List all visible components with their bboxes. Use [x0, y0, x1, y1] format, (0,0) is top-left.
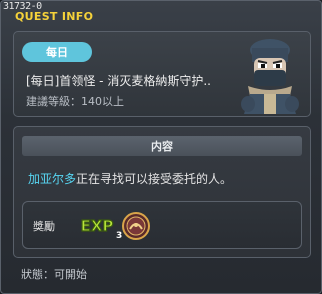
quest-status: 狀態：可開始 — [21, 268, 87, 281]
npc-name[interactable]: 加亚尔多 — [28, 172, 76, 186]
exp-icon-text: EXP — [81, 217, 114, 235]
npc-portrait-icon — [241, 39, 299, 114]
window-title: QUEST INFO — [15, 10, 94, 23]
coin-count: 3 — [116, 231, 123, 241]
daily-badge: 每日 — [22, 42, 92, 62]
quest-header-panel: 每日 [每日]首领怪 - 消灭麦格納斯守护.. 建議等級：140以上 — [13, 31, 311, 117]
description-text: 正在寻找可以接受委托的人。 — [76, 172, 233, 186]
quest-info-window: 31732-0 QUEST INFO 每日 [每日]首领怪 - 消灭麦格納斯守护… — [0, 0, 322, 294]
coin-icon[interactable] — [121, 211, 151, 241]
quest-content-panel: 内容 加亚尔多正在寻找可以接受委托的人。 獎勵 EXP 3 — [13, 126, 311, 258]
recommended-level: 建議等級：140以上 — [26, 95, 124, 108]
content-section-header: 内容 — [22, 136, 302, 156]
reward-box: 獎勵 EXP 3 — [22, 201, 302, 249]
quest-name: [每日]首领怪 - 消灭麦格納斯守护.. — [26, 74, 211, 88]
exp-icon[interactable]: EXP — [77, 213, 117, 237]
reward-label: 獎勵 — [33, 220, 55, 233]
quest-description: 加亚尔多正在寻找可以接受委托的人。 — [28, 170, 232, 187]
